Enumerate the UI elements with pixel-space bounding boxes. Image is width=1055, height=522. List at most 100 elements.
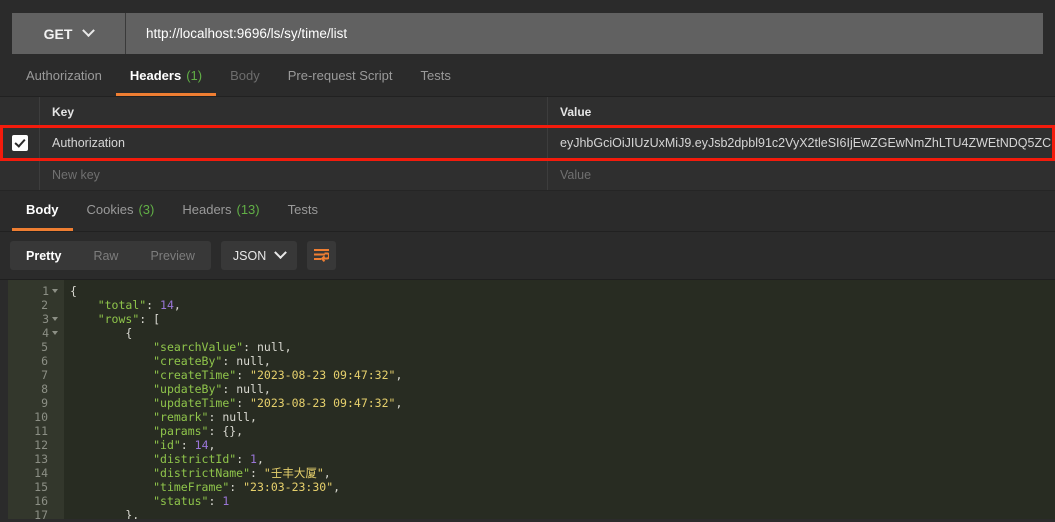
line-number: 1 xyxy=(8,284,64,298)
request-tab-strip: Authorization Headers (1) Body Pre-request S… xyxy=(0,58,1055,97)
chevron-down-icon xyxy=(274,246,288,260)
url-input[interactable]: http://localhost:9696/ls/sy/time/list xyxy=(126,13,1043,54)
code-line: "districtId": 1, xyxy=(64,452,1055,466)
line-number-label: 15 xyxy=(34,480,48,494)
header-enabled-checkbox[interactable] xyxy=(11,134,28,151)
code-fold-toggle-icon[interactable] xyxy=(52,331,58,335)
request-tab-tests[interactable]: Tests xyxy=(407,58,465,96)
tab-count-badge: (1) xyxy=(186,68,203,83)
code-token: "id" xyxy=(153,438,181,452)
code-token: : xyxy=(250,466,264,480)
new-value-input[interactable]: Value xyxy=(548,159,1055,190)
editor-line-number-gutter: 1 2 3 4 5 6 7 8 9 10 11 12 13 14 15 16 17 xyxy=(8,280,64,519)
line-number-label: 6 xyxy=(41,354,48,368)
wrap-lines-icon xyxy=(314,249,330,262)
tab-label: Headers xyxy=(129,68,182,83)
response-tab-cookies[interactable]: Cookies (3) xyxy=(73,191,169,231)
table-row[interactable]: Authorization eyJhbGciOiJIUzUxMiJ9.eyJsb… xyxy=(0,127,1055,159)
header-key-cell[interactable]: Authorization xyxy=(40,127,548,158)
code-token: "壬丰大厦" xyxy=(263,466,324,480)
code-token: "timeFrame" xyxy=(153,480,230,494)
code-token: : xyxy=(208,410,223,424)
view-mode-raw[interactable]: Raw xyxy=(77,241,134,270)
row-enable-checkbox-cell xyxy=(0,127,40,158)
line-number: 4 xyxy=(8,326,64,340)
tab-label: Authorization xyxy=(26,68,102,83)
headers-table: Key Value Authorization eyJhbGciOiJIUzUx… xyxy=(0,97,1055,191)
code-token: : [ xyxy=(139,312,161,326)
column-header-value: Value xyxy=(560,104,592,119)
line-number: 2 xyxy=(8,298,64,312)
request-tab-headers[interactable]: Headers (1) xyxy=(115,58,217,96)
response-tab-tests[interactable]: Tests xyxy=(274,191,332,231)
request-url-bar: GET http://localhost:9696/ls/sy/time/lis… xyxy=(0,0,1055,58)
code-line: "total": 14, xyxy=(64,298,1055,312)
response-tab-body[interactable]: Body xyxy=(12,191,73,231)
wrap-lines-button[interactable] xyxy=(307,241,337,270)
code-token: "23:03-23:30" xyxy=(243,480,334,494)
code-token: "total" xyxy=(97,298,147,312)
request-tab-pre-request-script[interactable]: Pre-request Script xyxy=(274,58,407,96)
new-key-input[interactable]: New key xyxy=(40,159,548,190)
code-fold-toggle-icon[interactable] xyxy=(52,289,58,293)
code-token: : xyxy=(208,494,223,508)
tab-label: Headers xyxy=(182,202,232,217)
code-token: null xyxy=(222,410,251,424)
code-token: , xyxy=(323,466,331,480)
code-fold-toggle-icon[interactable] xyxy=(52,317,58,321)
code-token: "rows" xyxy=(97,312,140,326)
response-tab-strip: Body Cookies (3) Headers (13) Tests xyxy=(0,191,1055,232)
code-token: , xyxy=(395,368,403,382)
code-token: : xyxy=(229,480,244,494)
response-code-editor[interactable]: 1 2 3 4 5 6 7 8 9 10 11 12 13 14 15 16 17 { "total": 14,… xyxy=(0,279,1055,519)
header-value-cell[interactable]: eyJhbGciOiJIUzUxMiJ9.eyJsb2dpbl91c2VyX2t… xyxy=(548,127,1055,158)
line-number: 9 xyxy=(8,396,64,410)
line-number: 8 xyxy=(8,382,64,396)
code-token: , xyxy=(395,396,403,410)
code-token: "status" xyxy=(153,494,209,508)
line-number-label: 5 xyxy=(41,340,48,354)
tab-label: Body xyxy=(26,202,59,217)
code-token: , xyxy=(263,354,271,368)
response-format-selector[interactable]: JSON xyxy=(220,241,298,270)
code-token: : xyxy=(146,298,161,312)
code-line: }, xyxy=(64,508,1055,519)
code-token: , xyxy=(208,438,216,452)
line-number-label: 10 xyxy=(34,410,48,424)
line-number-label: 16 xyxy=(34,494,48,508)
code-token: : {}, xyxy=(208,424,244,438)
code-line: "timeFrame": "23:03-23:30", xyxy=(64,480,1055,494)
editor-code-content[interactable]: { "total": 14, "rows": [ { "searchValue"… xyxy=(64,280,1055,519)
line-number-label: 3 xyxy=(42,312,49,326)
line-number-label: 11 xyxy=(34,424,48,438)
line-number-label: 4 xyxy=(42,326,49,340)
code-line: { xyxy=(64,284,1055,298)
request-tab-authorization[interactable]: Authorization xyxy=(12,58,116,96)
new-row-checkbox-cell xyxy=(0,159,40,190)
response-tab-headers[interactable]: Headers (13) xyxy=(168,191,273,231)
request-tab-body[interactable]: Body xyxy=(216,58,274,96)
view-mode-preview[interactable]: Preview xyxy=(134,241,210,270)
code-token: }, xyxy=(70,508,140,519)
code-token: "remark" xyxy=(153,410,209,424)
http-method-selector[interactable]: GET xyxy=(12,13,126,54)
line-number-label: 8 xyxy=(41,382,48,396)
code-token: , xyxy=(333,480,341,494)
code-line: "rows": [ xyxy=(64,312,1055,326)
code-token: "2023-08-23 09:47:32" xyxy=(250,368,396,382)
code-token: : xyxy=(236,396,251,410)
table-row-new[interactable]: New key Value xyxy=(0,159,1055,191)
code-line: "updateBy": null, xyxy=(64,382,1055,396)
view-mode-pretty[interactable]: Pretty xyxy=(10,241,77,270)
code-token: "createTime" xyxy=(153,368,237,382)
code-line: "params": {}, xyxy=(64,424,1055,438)
line-number-label: 9 xyxy=(41,396,48,410)
